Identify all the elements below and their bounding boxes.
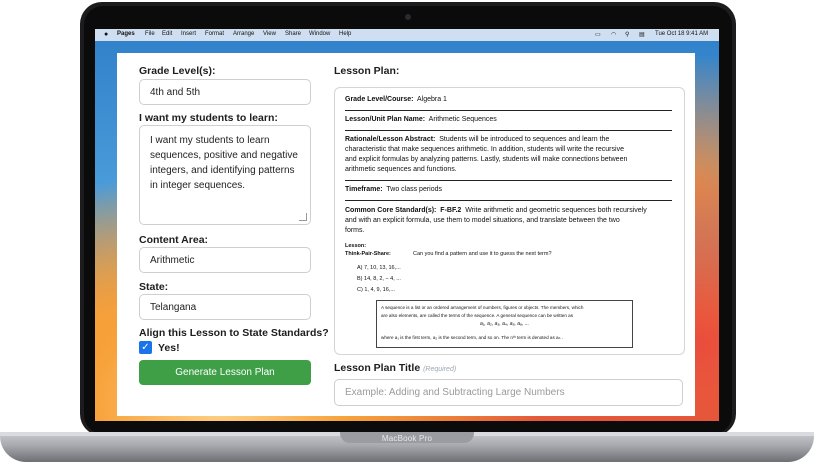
- unit-label: Lesson/Unit Plan Name:: [345, 116, 426, 123]
- generate-button-label: Generate Lesson Plan: [175, 367, 275, 378]
- content-area-input[interactable]: Arithmetic: [139, 247, 311, 273]
- menu-item-arrange[interactable]: Arrange: [233, 31, 254, 37]
- menu-item-file[interactable]: File: [145, 31, 155, 37]
- grade-input[interactable]: 4th and 5th: [139, 79, 311, 105]
- option-item: C) 1, 4, 9, 16,...: [357, 287, 395, 293]
- title-placeholder: Example: Adding and Subtracting Large Nu…: [345, 387, 565, 398]
- state-input[interactable]: Telangana: [139, 294, 311, 320]
- title-label-text: Lesson Plan Title: [334, 362, 421, 374]
- menu-item-help[interactable]: Help: [339, 31, 351, 37]
- lesson-plan-document[interactable]: Grade Level/Course: Algebra 1 Lesson/Uni…: [334, 87, 685, 355]
- divider: [345, 200, 672, 201]
- option-item: B) 14, 8, 2, − 4, ...: [357, 276, 401, 282]
- rationale-line: Students will be introduced to sequences…: [439, 136, 610, 143]
- unit-value: Arithmetic Sequences: [428, 116, 497, 123]
- grade-label: Grade Level(s):: [139, 65, 216, 77]
- learn-textarea[interactable]: I want my students to learn sequences, p…: [139, 125, 311, 225]
- rationale-line: and explicit formulas by analyzing patte…: [345, 156, 628, 163]
- align-checkbox[interactable]: ✓: [139, 341, 152, 354]
- generate-button[interactable]: Generate Lesson Plan: [139, 360, 311, 385]
- wifi-icon[interactable]: ◠: [611, 31, 616, 38]
- menu-item-app[interactable]: Pages: [117, 31, 135, 37]
- definition-line: A sequence is a list or an ordered arran…: [381, 305, 584, 310]
- ccs-line: and with an explicit formula, use them t…: [345, 217, 620, 224]
- menu-bar: ● Pages File Edit Insert Format Arrange …: [95, 29, 719, 41]
- timeframe-label: Timeframe:: [345, 186, 383, 193]
- checkbox-label: Yes!: [158, 342, 180, 354]
- definition-line: are also elements, are called the terms …: [381, 313, 574, 318]
- state-value: Telangana: [150, 301, 197, 313]
- control-center-icon[interactable]: ▤: [639, 31, 645, 38]
- menu-item-window[interactable]: Window: [309, 31, 330, 37]
- definition-box: A sequence is a list or an ordered arran…: [376, 300, 633, 348]
- apple-icon[interactable]: ●: [104, 31, 108, 38]
- menu-item-view[interactable]: View: [263, 31, 276, 37]
- menubar-clock[interactable]: Tue Oct 18 9:41 AM: [655, 31, 708, 37]
- divider: [345, 180, 672, 181]
- battery-icon[interactable]: ▭: [595, 31, 601, 38]
- camera-icon: [405, 14, 411, 20]
- rationale-line: arithmetic sequences and functions.: [345, 166, 457, 173]
- ccs-line: Write arithmetic and geometric sequences…: [465, 207, 647, 214]
- search-icon[interactable]: ⚲: [625, 31, 629, 38]
- tps-question: Can you find a pattern and use it to gue…: [413, 251, 552, 257]
- align-label: Align this Lesson to State Standards?: [139, 327, 329, 339]
- resize-grip-icon[interactable]: [299, 213, 307, 221]
- rationale-label: Rationale/Lesson Abstract:: [345, 136, 436, 143]
- lesson-plan-heading: Lesson Plan:: [334, 65, 400, 77]
- device-label: MacBook Pro: [381, 434, 433, 443]
- definition-formula: a₁, a₂, a₃, a₄, a₅, a₆, ...: [479, 321, 529, 327]
- lesson-plan-app: Grade Level(s): 4th and 5th I want my st…: [117, 53, 695, 416]
- grade-course-label: Grade Level/Course:: [345, 96, 414, 103]
- ccs-code: F-BF.2: [440, 207, 462, 214]
- menu-item-edit[interactable]: Edit: [162, 31, 172, 37]
- ccs-line: forms.: [345, 227, 365, 234]
- menu-item-format[interactable]: Format: [205, 31, 224, 37]
- timeframe-value: Two class periods: [386, 186, 443, 193]
- learn-label: I want my students to learn:: [139, 112, 278, 124]
- rationale-line: characteristic that make sequences arith…: [345, 146, 624, 153]
- definition-line: where a₁ is the first term, a₂ is the se…: [381, 335, 563, 340]
- grade-course-value: Algebra 1: [416, 96, 447, 103]
- lesson-title-input[interactable]: Example: Adding and Subtracting Large Nu…: [334, 379, 683, 406]
- menu-item-insert[interactable]: Insert: [181, 31, 196, 37]
- content-area-value: Arithmetic: [150, 254, 195, 266]
- required-note: (Required): [423, 366, 457, 373]
- ccs-label: Common Core Standard(s):: [345, 207, 437, 214]
- divider: [345, 130, 672, 131]
- learn-value: I want my students to learn sequences, p…: [150, 135, 298, 191]
- state-label: State:: [139, 281, 169, 293]
- menu-item-share[interactable]: Share: [285, 31, 301, 37]
- tps-label: Think-Pair-Share:: [345, 251, 391, 257]
- grade-value: 4th and 5th: [150, 86, 201, 98]
- option-item: A) 7, 10, 13, 16,...: [357, 265, 401, 271]
- content-area-label: Content Area:: [139, 234, 209, 246]
- divider: [345, 110, 672, 111]
- title-field-label: Lesson Plan Title (Required): [334, 362, 456, 374]
